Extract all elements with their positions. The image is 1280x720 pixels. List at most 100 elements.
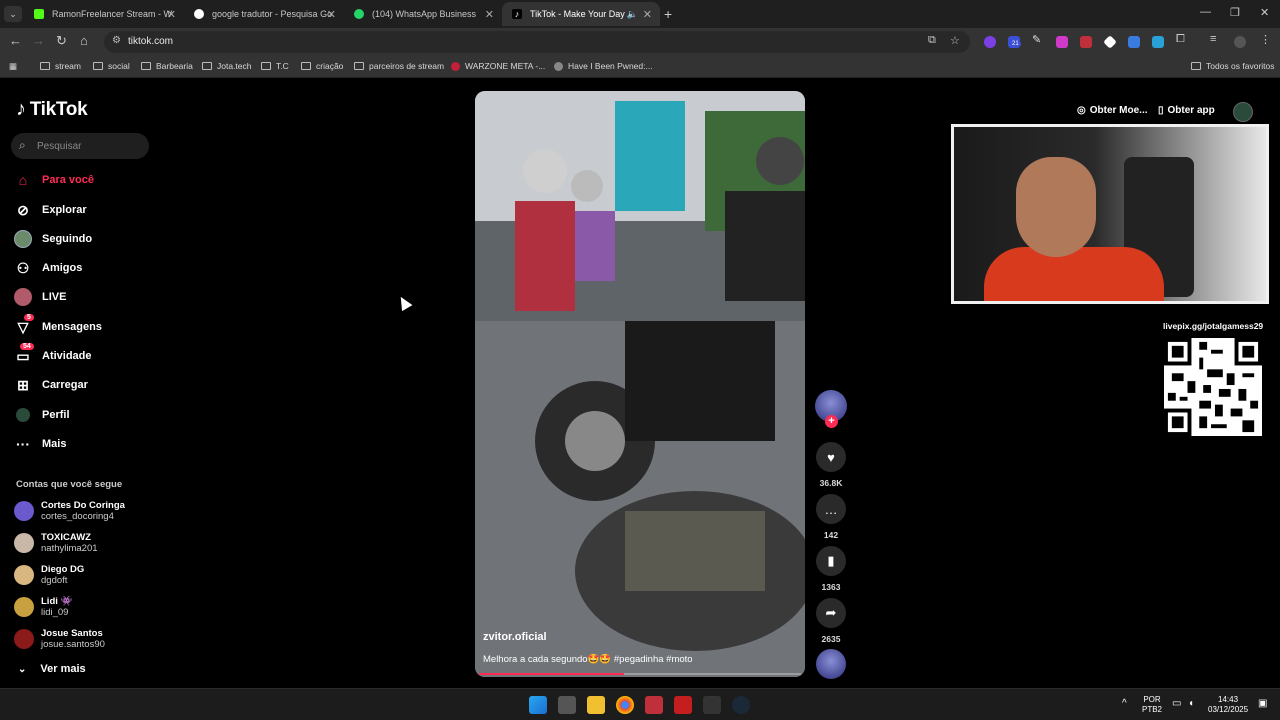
clock[interactable]: 14:43 03/12/2025 [1208, 695, 1248, 715]
follow-plus-icon[interactable]: + [825, 415, 838, 428]
tab-search-button[interactable]: ⌄ [4, 6, 22, 22]
tray-overflow-icon[interactable]: ^ [1122, 699, 1127, 709]
close-tab-icon[interactable]: ✕ [485, 8, 494, 21]
chrome-menu-icon[interactable]: ⋮ [1260, 33, 1272, 46]
file-explorer-icon[interactable] [587, 696, 605, 714]
tab-tiktok[interactable]: ♪ TikTok - Make Your Day 🔈 ✕ [502, 2, 660, 26]
bookmarks-bar: ▦ stream social Barbearia Jota.tech T.C … [0, 56, 1280, 78]
like-count: 36.8K [819, 478, 843, 488]
address-bar[interactable]: ⚙ tiktok.com ⧉ ☆ [104, 31, 970, 53]
menu-seguindo[interactable]: Seguindo [14, 228, 92, 250]
volume-icon[interactable]: ◖ [1188, 699, 1194, 709]
extension-icon[interactable] [1080, 36, 1092, 48]
url-text[interactable]: tiktok.com [128, 36, 173, 47]
forward-icon[interactable]: → [32, 33, 45, 48]
notification-icon[interactable]: ▣ [1258, 699, 1267, 709]
extension-icon[interactable] [984, 36, 996, 48]
new-tab-button[interactable]: + [664, 6, 672, 22]
minimize-icon[interactable]: — [1200, 6, 1211, 18]
menu-perfil[interactable]: Perfil [14, 404, 70, 426]
menu-para-voce[interactable]: ⌂ Para você [14, 169, 94, 191]
bookmark-folder[interactable]: T.C [261, 61, 289, 71]
close-window-icon[interactable]: ✕ [1260, 6, 1269, 19]
bookmark-label: parceiros de stream [369, 61, 445, 71]
bookmark-folder[interactable]: Jota.tech [202, 61, 252, 71]
restore-icon[interactable]: ❐ [1230, 6, 1240, 19]
close-tab-icon[interactable]: ✕ [167, 8, 176, 21]
menu-mensagens[interactable]: ▽ 5 Mensagens [14, 314, 102, 338]
all-bookmarks[interactable]: Todos os favoritos [1191, 61, 1275, 71]
media-control-icon[interactable]: ≡ [1210, 33, 1222, 45]
video-player[interactable]: zvitor.oficial Melhora a cada segundo🤩🤩 … [475, 91, 805, 677]
music-disc-avatar[interactable] [816, 649, 846, 679]
apps-grid-icon[interactable]: ▦ [9, 61, 17, 72]
network-icon[interactable]: ▭ [1172, 699, 1181, 709]
see-more-button[interactable]: ⌄ Ver mais [18, 663, 86, 675]
menu-atividade[interactable]: ▭ 54 Atividade [14, 343, 92, 367]
bookmark-folder[interactable]: criação [301, 61, 343, 71]
tab-title: TikTok - Make Your Day [530, 9, 625, 19]
get-coins-button[interactable]: ◎ Obter Moe... [1077, 105, 1148, 116]
bookmark-star-icon[interactable]: ☆ [950, 34, 960, 47]
comment-action[interactable]: … 142 [815, 494, 847, 540]
menu-explorar[interactable]: ⊘ Explorar [14, 199, 87, 221]
profile-avatar-icon[interactable] [1234, 36, 1246, 48]
menu-label: LIVE [42, 291, 67, 303]
close-tab-icon[interactable]: ✕ [327, 8, 336, 21]
download-extension-icon[interactable] [1152, 36, 1164, 48]
extension-icon[interactable] [1103, 35, 1117, 49]
tab-google-tradutor[interactable]: google tradutor - Pesquisa Goo ✕ [184, 2, 344, 26]
back-icon[interactable]: ← [9, 33, 22, 48]
menu-amigos[interactable]: ⚇ Amigos [14, 257, 83, 279]
share-action[interactable]: ➦ 2635 [815, 598, 847, 644]
extension-icon[interactable] [1056, 36, 1068, 48]
speaker-icon[interactable]: 🔈 [627, 9, 638, 20]
menu-carregar[interactable]: ⊞ Carregar [14, 374, 88, 396]
profile-avatar[interactable] [1233, 102, 1253, 122]
following-account[interactable]: TOXICAWZ nathylima201 [14, 529, 98, 557]
pen-extension-icon[interactable]: ✎ [1032, 33, 1044, 46]
chrome-icon[interactable] [616, 696, 634, 714]
bookmark-link[interactable]: Have I Been Pwned:... [554, 61, 653, 71]
video-author[interactable]: zvitor.oficial [483, 631, 547, 643]
bookmark-folder[interactable]: parceiros de stream [354, 61, 444, 71]
tiktok-logo[interactable]: ♪ TikTok [16, 98, 88, 121]
bookmark-folder[interactable]: social [93, 61, 130, 71]
epic-games-icon[interactable] [703, 696, 721, 714]
bookmark-icon[interactable]: ▮ [816, 546, 846, 576]
search-input[interactable] [37, 137, 143, 155]
bookmark-link[interactable]: WARZONE META -... [451, 61, 545, 71]
bookmark-folder[interactable]: Barbearia [141, 61, 193, 71]
following-account[interactable]: Lidi 👾 lidi_09 [14, 593, 72, 621]
tab-whatsapp[interactable]: (104) WhatsApp Business ✕ [344, 2, 502, 26]
video-progress-bar[interactable] [479, 673, 801, 675]
menu-live[interactable]: LIVE [14, 286, 66, 308]
heart-icon[interactable]: ♥ [816, 442, 846, 472]
site-info-icon[interactable]: ⚙ [112, 35, 121, 46]
home-icon[interactable]: ⌂ [80, 33, 88, 48]
task-view-icon[interactable] [558, 696, 576, 714]
install-app-icon[interactable]: ⧉ [928, 34, 936, 47]
vod-app-icon[interactable] [645, 696, 663, 714]
extensions-puzzle-icon[interactable]: ⧠ [1176, 33, 1188, 45]
bookmark-folder[interactable]: stream [40, 61, 81, 71]
language-indicator[interactable]: POR PTB2 [1142, 695, 1162, 715]
menu-mais[interactable]: ··· Mais [14, 433, 66, 455]
following-account[interactable]: Diego DG dgdoft [14, 561, 84, 589]
close-tab-icon[interactable]: ✕ [643, 8, 652, 21]
following-account[interactable]: Josue Santos josue.santos90 [14, 625, 105, 653]
search-box[interactable]: ⌕ [11, 133, 149, 159]
steam-icon[interactable] [732, 696, 750, 714]
translate-extension-icon[interactable] [1128, 36, 1140, 48]
flash-app-icon[interactable] [674, 696, 692, 714]
get-app-button[interactable]: ▯ Obter app [1158, 105, 1215, 116]
following-account[interactable]: Cortes Do Coringa cortes_docoring4 [14, 497, 125, 525]
share-icon[interactable]: ➦ [816, 598, 846, 628]
windows-start-icon[interactable] [529, 696, 547, 714]
save-action[interactable]: ▮ 1363 [815, 546, 847, 592]
tab-ramonfreelancer[interactable]: RamonFreelancer Stream - Wa ✕ [24, 2, 184, 26]
account-username: cortes_docoring4 [41, 511, 114, 522]
reload-icon[interactable]: ↻ [56, 33, 67, 49]
comment-icon[interactable]: … [816, 494, 846, 524]
like-action[interactable]: ♥ 36.8K [815, 442, 847, 488]
